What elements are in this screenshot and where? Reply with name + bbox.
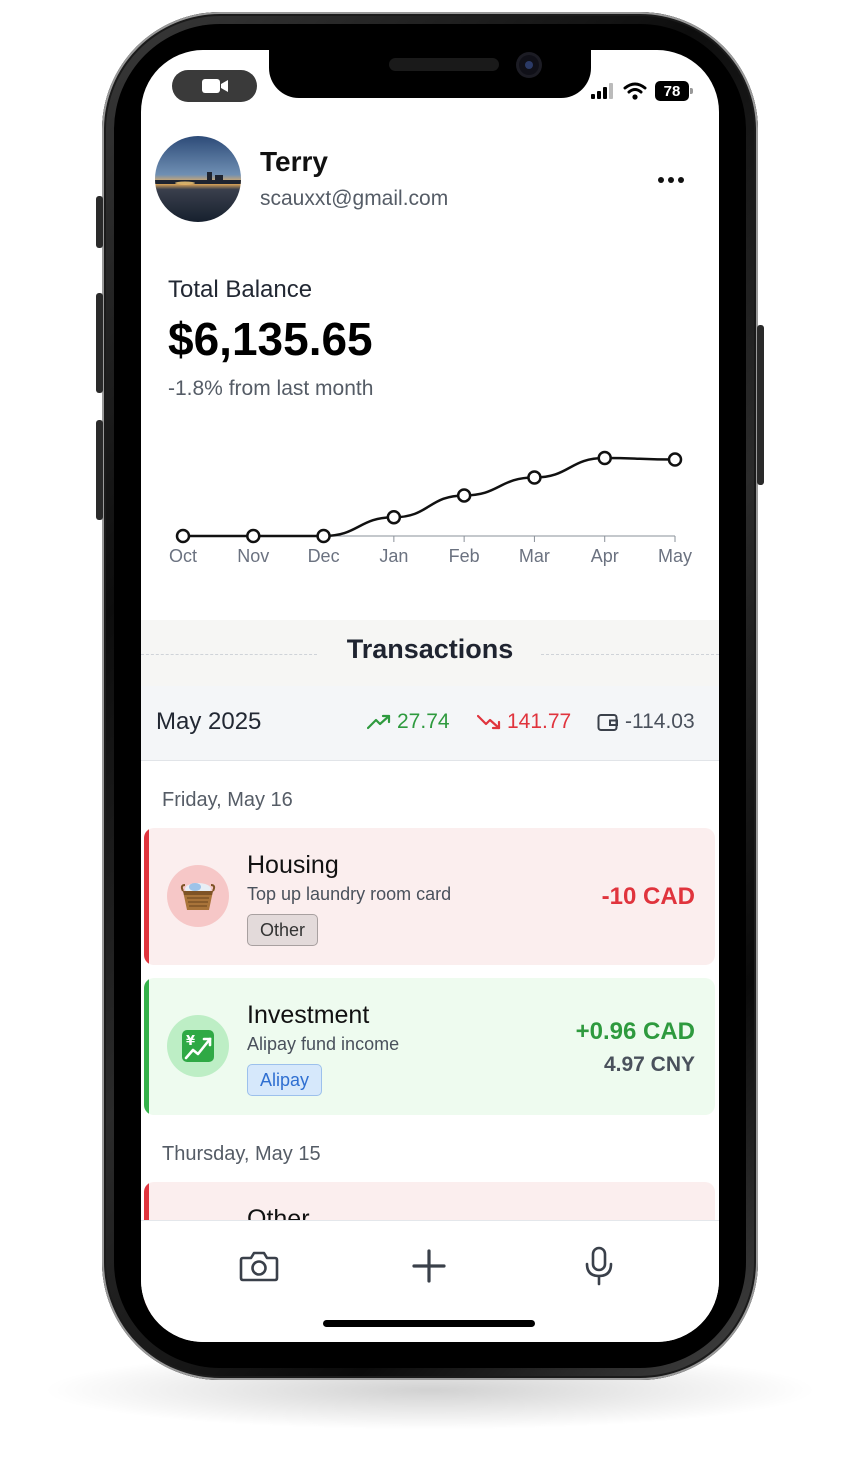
transaction-amount: -10 CAD (601, 883, 695, 910)
status-bar-right: 78 (591, 78, 693, 104)
income-value: 27.74 (397, 710, 450, 733)
notch (269, 50, 591, 98)
battery-indicator: 78 (655, 81, 693, 101)
transaction-description: Alipay fund income (247, 1034, 400, 1054)
add-transaction-button[interactable] (406, 1243, 452, 1289)
balance-line-chart: Oct Nov Dec Jan Feb Mar Apr May (169, 450, 692, 566)
transactions-title: Transactions (346, 634, 514, 664)
user-email: scauxxt@gmail.com (260, 187, 449, 210)
x-tick-label-apr: Apr (591, 546, 619, 566)
volume-up-button (96, 293, 103, 393)
transaction-amount: +0.96 CAD (575, 1018, 695, 1045)
data-point-oct[interactable] (175, 528, 191, 544)
transaction-card-housing[interactable]: Housing Top up laundry room card Other -… (144, 828, 715, 965)
x-tick-label-feb: Feb (449, 546, 480, 566)
expense-stat: 141.77 (477, 710, 571, 734)
video-camera-icon (201, 79, 228, 93)
net-value: -114.03 (625, 710, 695, 733)
tag-badge[interactable]: Alipay (247, 1064, 323, 1096)
day-label: Friday, May 16 (162, 789, 293, 811)
x-tick-label-may: May (658, 546, 692, 566)
x-tick-label-oct: Oct (169, 546, 197, 566)
transaction-description: Top up laundry room card (247, 884, 452, 904)
app-screen: 78 Terry scauxxt@gmail.com Total Balance… (141, 50, 719, 1342)
net-stat: -114.03 (597, 710, 695, 734)
data-point-jan[interactable] (386, 510, 402, 525)
transactions-header: Transactions (141, 620, 719, 686)
voice-input-button[interactable] (576, 1243, 622, 1289)
yen-chart-icon: ¥ (182, 1030, 214, 1062)
svg-text:¥: ¥ (186, 1034, 195, 1049)
more-options-button[interactable] (651, 165, 691, 195)
balance-label: Total Balance (168, 276, 313, 303)
volume-down-button (96, 420, 103, 520)
expense-accent-bar (144, 828, 149, 965)
avatar[interactable] (155, 136, 241, 222)
data-point-dec[interactable] (316, 528, 331, 544)
x-tick-label-mar: Mar (519, 546, 550, 566)
income-accent-bar (144, 978, 149, 1115)
housing-category-badge (167, 865, 229, 927)
front-camera (519, 55, 539, 75)
tag-badge[interactable]: Other (247, 914, 319, 946)
day-label: Thursday, May 15 (162, 1143, 321, 1165)
original-currency-amount: 4.97 CNY (603, 1053, 695, 1076)
month-label: May 2025 (156, 708, 262, 735)
earpiece-speaker (389, 58, 499, 71)
wifi-icon (623, 82, 647, 100)
microphone-icon (585, 1246, 613, 1286)
balance-change: -1.8% from last month (168, 377, 374, 400)
x-tick-label-nov: Nov (237, 546, 269, 566)
category-name: Housing (247, 851, 339, 879)
power-button (757, 325, 764, 485)
data-point-feb[interactable] (456, 488, 472, 503)
trending-up-icon (367, 714, 391, 730)
camera-icon (239, 1251, 279, 1282)
divider-right (541, 654, 719, 655)
income-stat: 27.74 (367, 710, 450, 734)
battery-level: 78 (663, 82, 681, 100)
more-dot-icon (668, 177, 674, 183)
data-point-may[interactable] (667, 452, 683, 467)
data-point-nov[interactable] (246, 528, 261, 544)
user-name: Terry (260, 146, 328, 177)
transaction-card-investment[interactable]: ¥ Investment Alipay fund income Alipay +… (144, 978, 715, 1115)
laundry-basket-icon (180, 883, 216, 910)
recording-indicator[interactable] (172, 70, 257, 102)
cellular-signal-icon (591, 83, 613, 99)
plus-icon (412, 1249, 446, 1283)
data-point-apr[interactable] (597, 450, 612, 466)
more-dot-icon (678, 177, 684, 183)
trending-down-icon (477, 714, 501, 730)
month-summary-bar[interactable]: May 2025 27.74 141.77 -114.03 (141, 686, 719, 761)
x-tick-label-dec: Dec (308, 546, 340, 566)
more-dot-icon (658, 177, 664, 183)
x-tick-label-jan: Jan (379, 546, 408, 566)
expense-value: 141.77 (507, 710, 572, 733)
avatar-photo (155, 136, 241, 222)
silent-switch (96, 196, 103, 248)
wallet-icon (597, 714, 618, 731)
balance-series-line (183, 456, 676, 538)
data-point-mar[interactable] (527, 470, 542, 485)
camera-button[interactable] (236, 1243, 282, 1289)
category-name: Investment (247, 1001, 370, 1029)
home-indicator[interactable] (323, 1320, 535, 1327)
investment-category-badge: ¥ (167, 1015, 229, 1077)
balance-value: $6,135.65 (168, 313, 373, 365)
